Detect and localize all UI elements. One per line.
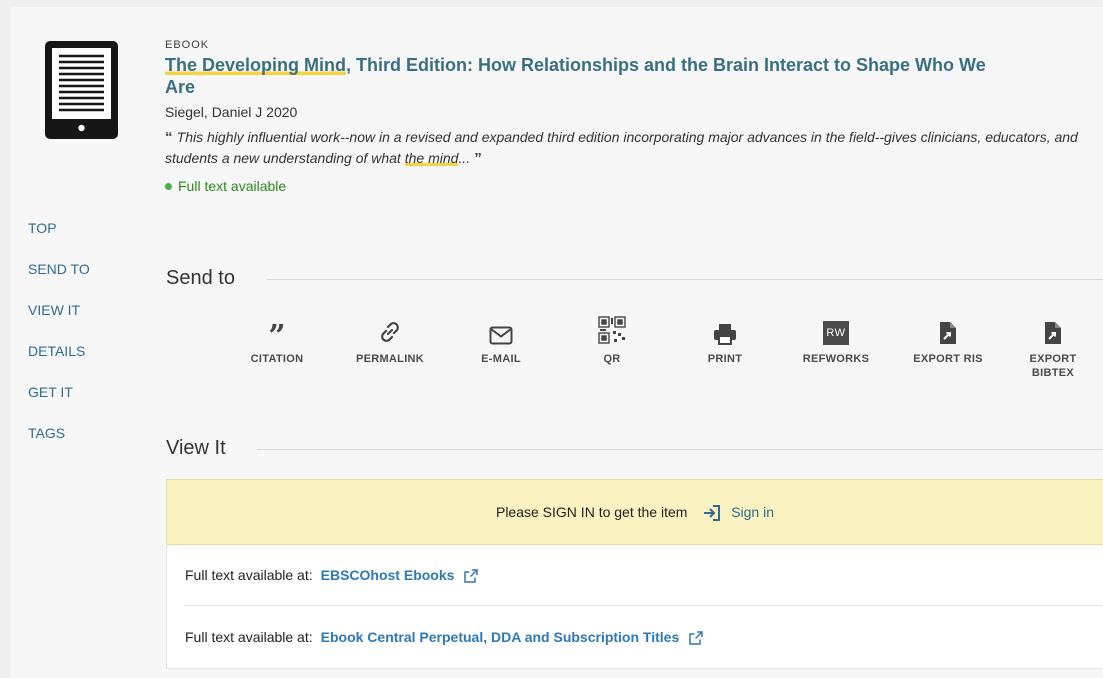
sign-in-link[interactable]: Sign in	[731, 504, 774, 520]
envelope-icon	[489, 326, 513, 345]
view-it-divider	[257, 449, 1103, 450]
availability-text: Full text available	[178, 178, 287, 194]
view-it-heading: View It	[166, 437, 226, 459]
qr-code-icon	[598, 316, 626, 344]
title-highlight: The Developing Mind	[165, 55, 347, 75]
availability-status: Full text available	[165, 178, 286, 194]
fulltext-links: Full text available at: EBSCOhost Ebooks …	[166, 545, 1103, 669]
refworks-icon: RW	[823, 321, 849, 345]
record-title[interactable]: The Developing Mind, Third Edition: How …	[165, 54, 1005, 98]
external-link-icon[interactable]	[464, 569, 479, 584]
record-page: EBOOK The Developing Mind, Third Edition…	[10, 7, 1103, 678]
qr-button[interactable]: QR	[567, 315, 657, 366]
nav-send-to[interactable]: SEND TO	[28, 261, 90, 281]
permalink-button[interactable]: PERMALINK	[345, 315, 435, 366]
citation-button[interactable]: ” CITATION	[232, 315, 322, 366]
nav-top[interactable]: TOP	[28, 220, 90, 240]
printer-icon	[714, 324, 736, 345]
snippet-highlight: the mind	[404, 150, 459, 166]
nav-get-it[interactable]: GET IT	[28, 384, 90, 404]
send-to-divider	[267, 279, 1103, 280]
external-link-icon[interactable]	[689, 631, 703, 646]
open-quote-icon: “	[165, 129, 177, 146]
snippet-text: This highly influential work--now in a r…	[165, 129, 1078, 166]
record-snippet: “ This highly influential work--now in a…	[165, 127, 1095, 169]
file-export-icon	[940, 322, 956, 344]
ebook-central-link[interactable]: Ebook Central Perpetual, DDA and Subscri…	[321, 629, 680, 645]
ebook-icon	[45, 41, 118, 144]
ebscohost-link[interactable]: EBSCOhost Ebooks	[321, 567, 455, 583]
fulltext-link-row: Full text available at: Ebook Central Per…	[185, 607, 1103, 667]
record-author: Siegel, Daniel J 2020	[165, 104, 298, 120]
signin-message: Please SIGN IN to get the item	[495, 504, 688, 520]
link-prefix: Full text available at:	[185, 567, 313, 583]
link-prefix: Full text available at:	[185, 629, 313, 645]
nav-view-it[interactable]: VIEW IT	[28, 302, 90, 322]
link-icon	[381, 322, 399, 342]
sign-in-icon	[704, 505, 721, 522]
nav-details[interactable]: DETAILS	[28, 343, 90, 363]
export-bibtex-button[interactable]: EXPORT BIBTEX	[1008, 315, 1098, 380]
refworks-button[interactable]: RW REFWORKS	[791, 315, 881, 366]
availability-dot-icon	[165, 183, 172, 190]
send-to-heading: Send to	[166, 267, 235, 289]
nav-tags[interactable]: TAGS	[28, 425, 90, 445]
close-quote-icon: ”	[470, 150, 482, 167]
signin-banner: Please SIGN IN to get the item Sign in	[166, 479, 1103, 545]
section-nav: TOP SEND TO VIEW IT DETAILS GET IT TAGS	[28, 220, 90, 466]
print-button[interactable]: PRINT	[680, 315, 770, 366]
fulltext-link-row: Full text available at: EBSCOhost Ebooks	[185, 545, 1103, 606]
quote-icon: ”	[268, 319, 286, 354]
file-export-icon	[1045, 322, 1061, 344]
record-type: EBOOK	[165, 39, 210, 51]
export-ris-button[interactable]: EXPORT RIS	[903, 315, 993, 366]
snippet-ellipsis: ...	[458, 150, 471, 166]
email-button[interactable]: E-MAIL	[456, 315, 546, 366]
